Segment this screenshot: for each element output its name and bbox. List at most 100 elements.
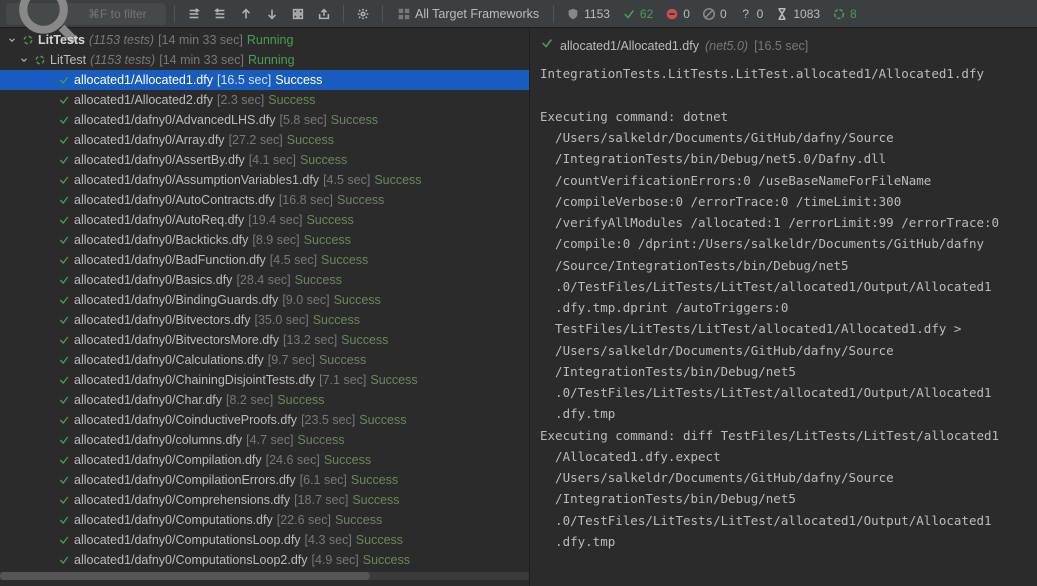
- check-icon: [58, 94, 70, 106]
- test-name: LitTests: [38, 33, 85, 47]
- test-row[interactable]: allocated1/Allocated1.dfy [16.5 sec] Suc…: [0, 70, 529, 90]
- console-line: .0/TestFiles/LitTests/LitTest/allocated1…: [540, 510, 1027, 531]
- stat-passed[interactable]: 62: [618, 7, 657, 21]
- test-name: allocated1/dafny0/AutoReq.dfy: [74, 213, 244, 227]
- stat-unknown[interactable]: ? 0: [735, 7, 768, 21]
- test-name: allocated1/dafny0/AdvancedLHS.dfy: [74, 113, 276, 127]
- running-icon: [832, 7, 846, 21]
- filter-box[interactable]: [6, 3, 166, 25]
- test-duration: [6.1 sec]: [300, 473, 347, 487]
- console-line: Executing command: dotnet: [540, 106, 1027, 127]
- select-first-failed-button[interactable]: [287, 3, 309, 25]
- export-button[interactable]: [313, 3, 335, 25]
- fail-icon: [665, 7, 679, 21]
- test-row[interactable]: allocated1/dafny0/AssertBy.dfy [4.1 sec]…: [0, 150, 529, 170]
- stat-running[interactable]: 8: [828, 7, 861, 21]
- test-row[interactable]: LitTest (1153 tests) [14 min 33 sec] Run…: [0, 50, 529, 70]
- test-name: allocated1/dafny0/ComputationsLoop2.dfy: [74, 553, 308, 567]
- test-name: allocated1/dafny0/AutoContracts.dfy: [74, 193, 275, 207]
- next-failed-button[interactable]: [261, 3, 283, 25]
- console-line: /Users/salkeldr/Documents/GitHub/dafny/S…: [540, 467, 1027, 488]
- test-row[interactable]: allocated1/dafny0/AutoContracts.dfy [16.…: [0, 190, 529, 210]
- console-line: /Allocated1.dfy.expect: [540, 446, 1027, 467]
- check-icon: [58, 434, 70, 446]
- test-count: (1153 tests): [89, 33, 154, 47]
- target-framework-selector[interactable]: All Target Frameworks: [391, 3, 545, 25]
- test-count: (1153 tests): [90, 53, 155, 67]
- test-row[interactable]: allocated1/dafny0/Computations.dfy [22.6…: [0, 510, 529, 530]
- test-tree-panel[interactable]: LitTests (1153 tests) [14 min 33 sec] Ru…: [0, 28, 530, 586]
- check-icon: [58, 334, 70, 346]
- test-name: allocated1/dafny0/CoinductiveProofs.dfy: [74, 413, 297, 427]
- test-status: Success: [319, 353, 366, 367]
- test-duration: [27.2 sec]: [229, 133, 283, 147]
- test-row[interactable]: allocated1/dafny0/Backticks.dfy [8.9 sec…: [0, 230, 529, 250]
- test-row[interactable]: allocated1/Allocated2.dfy [2.3 sec] Succ…: [0, 90, 529, 110]
- check-icon: [58, 154, 70, 166]
- console-line: .dfy.tmp: [540, 531, 1027, 552]
- test-row[interactable]: allocated1/dafny0/Array.dfy [27.2 sec] S…: [0, 130, 529, 150]
- check-icon: [58, 474, 70, 486]
- chevron-down-icon[interactable]: [18, 55, 30, 65]
- test-status: Running: [248, 53, 295, 67]
- test-name: allocated1/dafny0/AssertBy.dfy: [74, 153, 245, 167]
- test-duration: [9.0 sec]: [282, 293, 329, 307]
- test-row[interactable]: allocated1/dafny0/Comprehensions.dfy [18…: [0, 490, 529, 510]
- test-duration: [4.3 sec]: [305, 533, 352, 547]
- test-row[interactable]: allocated1/dafny0/columns.dfy [4.7 sec] …: [0, 430, 529, 450]
- check-icon: [622, 7, 636, 21]
- test-row[interactable]: LitTests (1153 tests) [14 min 33 sec] Ru…: [0, 30, 529, 50]
- horizontal-scrollbar[interactable]: [0, 572, 529, 580]
- test-duration: [8.9 sec]: [252, 233, 299, 247]
- ignored-icon: [702, 7, 716, 21]
- test-row[interactable]: allocated1/dafny0/Calculations.dfy [9.7 …: [0, 350, 529, 370]
- test-name: allocated1/dafny0/Compilation.dfy: [74, 453, 262, 467]
- separator: [174, 5, 175, 23]
- test-row[interactable]: allocated1/dafny0/BitvectorsMore.dfy [13…: [0, 330, 529, 350]
- test-row[interactable]: allocated1/dafny0/AutoReq.dfy [19.4 sec]…: [0, 210, 529, 230]
- test-row[interactable]: allocated1/dafny0/BadFunction.dfy [4.5 s…: [0, 250, 529, 270]
- stat-failed[interactable]: 0: [661, 7, 694, 21]
- collapse-all-button[interactable]: [209, 3, 231, 25]
- output-framework: (net5.0): [705, 36, 748, 57]
- test-status: Success: [313, 313, 360, 327]
- test-row[interactable]: allocated1/dafny0/Basics.dfy [28.4 sec] …: [0, 270, 529, 290]
- stat-ignored[interactable]: 0: [698, 7, 731, 21]
- test-status: Success: [268, 93, 315, 107]
- test-output-panel[interactable]: allocated1/Allocated1.dfy (net5.0) [16.5…: [530, 28, 1037, 586]
- test-name: allocated1/Allocated2.dfy: [74, 93, 213, 107]
- test-row[interactable]: allocated1/dafny0/CoinductiveProofs.dfy …: [0, 410, 529, 430]
- test-status: Success: [295, 273, 342, 287]
- test-name: allocated1/dafny0/Computations.dfy: [74, 513, 273, 527]
- test-row[interactable]: allocated1/dafny0/AssumptionVariables1.d…: [0, 170, 529, 190]
- test-duration: [14 min 33 sec]: [159, 53, 244, 67]
- test-status: Success: [351, 473, 398, 487]
- test-row[interactable]: allocated1/dafny0/ComputationsLoop2.dfy …: [0, 550, 529, 570]
- separator: [382, 5, 383, 23]
- stat-time[interactable]: 1083: [771, 7, 824, 21]
- test-row[interactable]: allocated1/dafny0/AdvancedLHS.dfy [5.8 s…: [0, 110, 529, 130]
- test-row[interactable]: allocated1/dafny0/Compilation.dfy [24.6 …: [0, 450, 529, 470]
- test-row[interactable]: allocated1/dafny0/ChainingDisjointTests.…: [0, 370, 529, 390]
- settings-button[interactable]: [352, 3, 374, 25]
- test-name: LitTest: [50, 53, 86, 67]
- test-duration: [22.6 sec]: [277, 513, 331, 527]
- test-name: allocated1/dafny0/BitvectorsMore.dfy: [74, 333, 279, 347]
- test-status: Success: [306, 213, 353, 227]
- test-row[interactable]: allocated1/dafny0/Bitvectors.dfy [35.0 s…: [0, 310, 529, 330]
- test-row[interactable]: allocated1/dafny0/ComputationsLoop.dfy […: [0, 530, 529, 550]
- console-line: /Source/IntegrationTests/bin/Debug/net5: [540, 255, 1027, 276]
- check-icon: [58, 294, 70, 306]
- console-line: [540, 85, 1027, 106]
- stat-total[interactable]: 1153: [562, 7, 614, 21]
- check-icon: [58, 274, 70, 286]
- test-row[interactable]: allocated1/dafny0/Char.dfy [8.2 sec] Suc…: [0, 390, 529, 410]
- test-name: allocated1/dafny0/Char.dfy: [74, 393, 222, 407]
- filter-input[interactable]: [88, 7, 160, 21]
- expand-all-button[interactable]: [183, 3, 205, 25]
- test-row[interactable]: allocated1/dafny0/CompilationErrors.dfy …: [0, 470, 529, 490]
- test-row[interactable]: allocated1/dafny0/BindingGuards.dfy [9.0…: [0, 290, 529, 310]
- prev-failed-button[interactable]: [235, 3, 257, 25]
- test-duration: [4.7 sec]: [246, 433, 293, 447]
- chevron-down-icon[interactable]: [6, 35, 18, 45]
